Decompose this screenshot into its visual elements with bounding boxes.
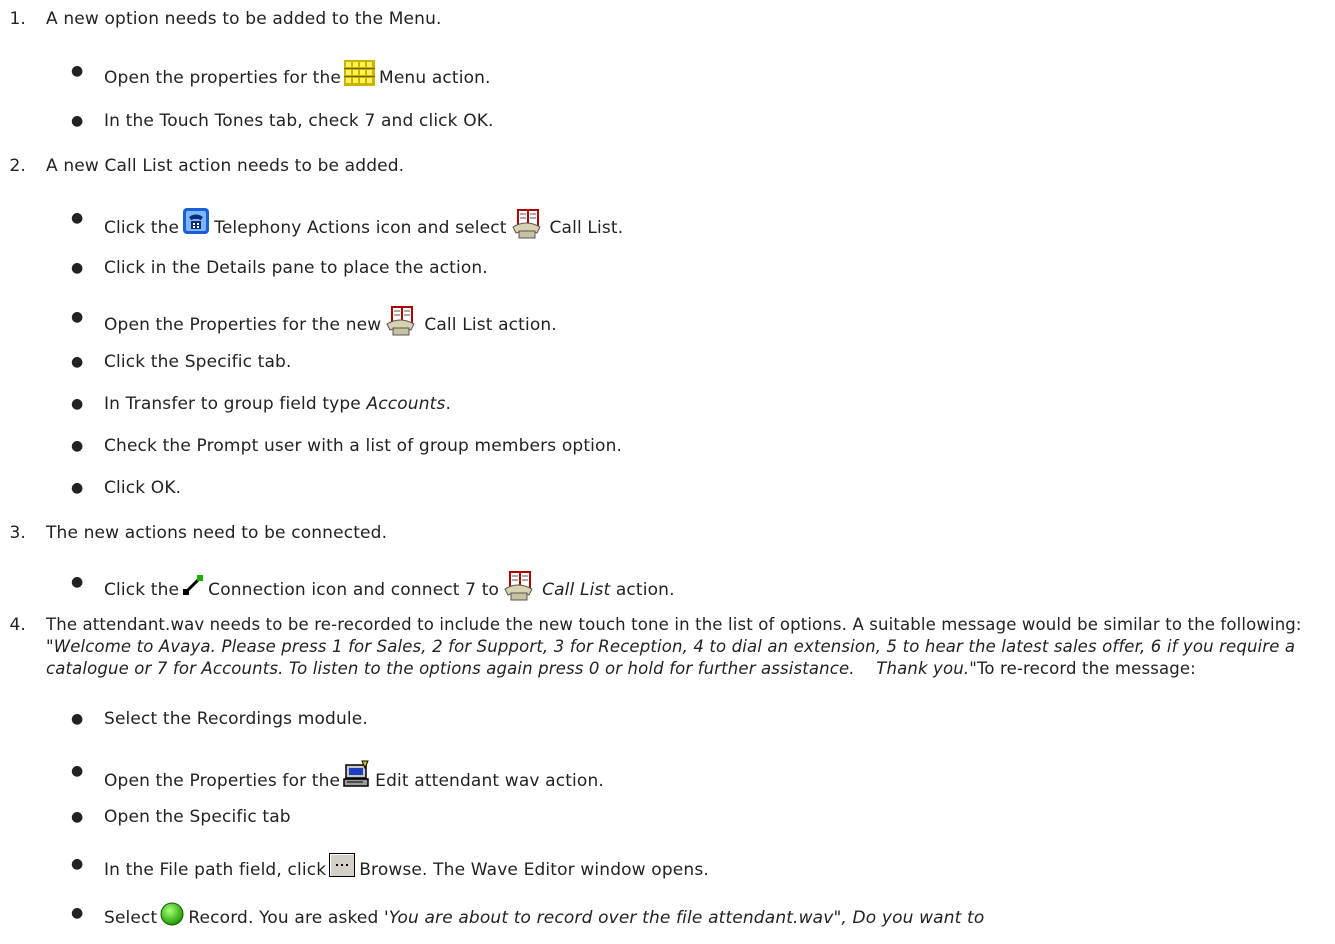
bullet: ● <box>71 480 84 496</box>
item-text: Open the Properties for the <box>104 771 341 791</box>
item-text: In the File path field, click <box>104 860 327 880</box>
bullet: ● <box>71 809 84 825</box>
step-text: A new option needs to be added to the Me… <box>46 9 442 29</box>
item-emphasis: Accounts <box>366 394 446 414</box>
item-text: Click OK. <box>104 478 182 498</box>
step-text: The attendant.wav needs to be re-recorde… <box>46 615 1302 634</box>
record-icon <box>160 902 184 926</box>
bullet: ● <box>71 396 84 412</box>
edit-wav-icon <box>343 760 371 788</box>
item-text: Edit attendant wav action. <box>375 771 604 791</box>
step-number: 2. <box>9 156 26 176</box>
bullet: ● <box>71 438 84 454</box>
connection-icon <box>182 574 204 596</box>
bullet: ● <box>71 856 84 872</box>
bullet: ● <box>71 763 84 779</box>
item-text: Call List action. <box>424 315 557 335</box>
telephony-actions-icon <box>182 207 210 235</box>
bullet: ● <box>71 354 84 370</box>
item-text: Click the <box>104 580 180 600</box>
bullet: ● <box>71 574 84 590</box>
item-text: Connection icon and connect 7 to <box>208 580 500 600</box>
call-list-icon <box>502 571 538 601</box>
step-text: A new Call List action needs to be added… <box>46 156 405 176</box>
item-emphasis: Call List <box>542 580 611 600</box>
step-number: 3. <box>9 523 26 543</box>
item-text: Click the Specific tab. <box>104 352 292 372</box>
item-text: Open the Specific tab <box>104 807 291 827</box>
step-4-text: The attendant.wav needs to be re-recorde… <box>46 614 1331 680</box>
step-number: 1. <box>9 9 26 29</box>
step-text: "To re-record the message: <box>969 659 1196 678</box>
bullet: ● <box>71 711 84 727</box>
item-text: Call List. <box>549 218 624 238</box>
item-text: Record. You are asked ' <box>188 908 389 928</box>
call-list-icon <box>384 306 420 336</box>
item-text: Check the Prompt user with a list of gro… <box>104 436 623 456</box>
item-text: Select <box>104 908 158 928</box>
item-text: Menu action. <box>379 68 491 88</box>
item-text: Click in the Details pane to place the a… <box>104 258 488 278</box>
item-text: action. <box>615 580 675 600</box>
step-number: 4. <box>9 615 26 635</box>
bullet: ● <box>71 905 84 921</box>
menu-grid-icon <box>344 60 375 86</box>
bullet: ● <box>71 210 84 226</box>
bullet: ● <box>71 113 84 129</box>
step-text: The new actions need to be connected. <box>46 523 388 543</box>
bullet: ● <box>71 63 84 79</box>
bullet: ● <box>71 260 84 276</box>
item-emphasis: You are about to record over the file at… <box>388 908 985 928</box>
item-text: Browse. The Wave Editor window opens. <box>359 860 709 880</box>
browse-button-icon <box>329 853 356 877</box>
item-text: Open the properties for the <box>104 68 341 88</box>
item-text: Click the <box>104 218 180 238</box>
item-text: Select the Recordings module. <box>104 709 368 729</box>
bullet: ● <box>71 309 84 325</box>
call-list-icon <box>510 209 546 239</box>
item-text: In the Touch Tones tab, check 7 and clic… <box>104 111 494 131</box>
item-text: In Transfer to group field type <box>104 394 361 414</box>
item-text: Telephony Actions icon and select <box>214 218 507 238</box>
item-text: Open the Properties for the new <box>104 315 382 335</box>
item-text: . <box>445 394 452 414</box>
